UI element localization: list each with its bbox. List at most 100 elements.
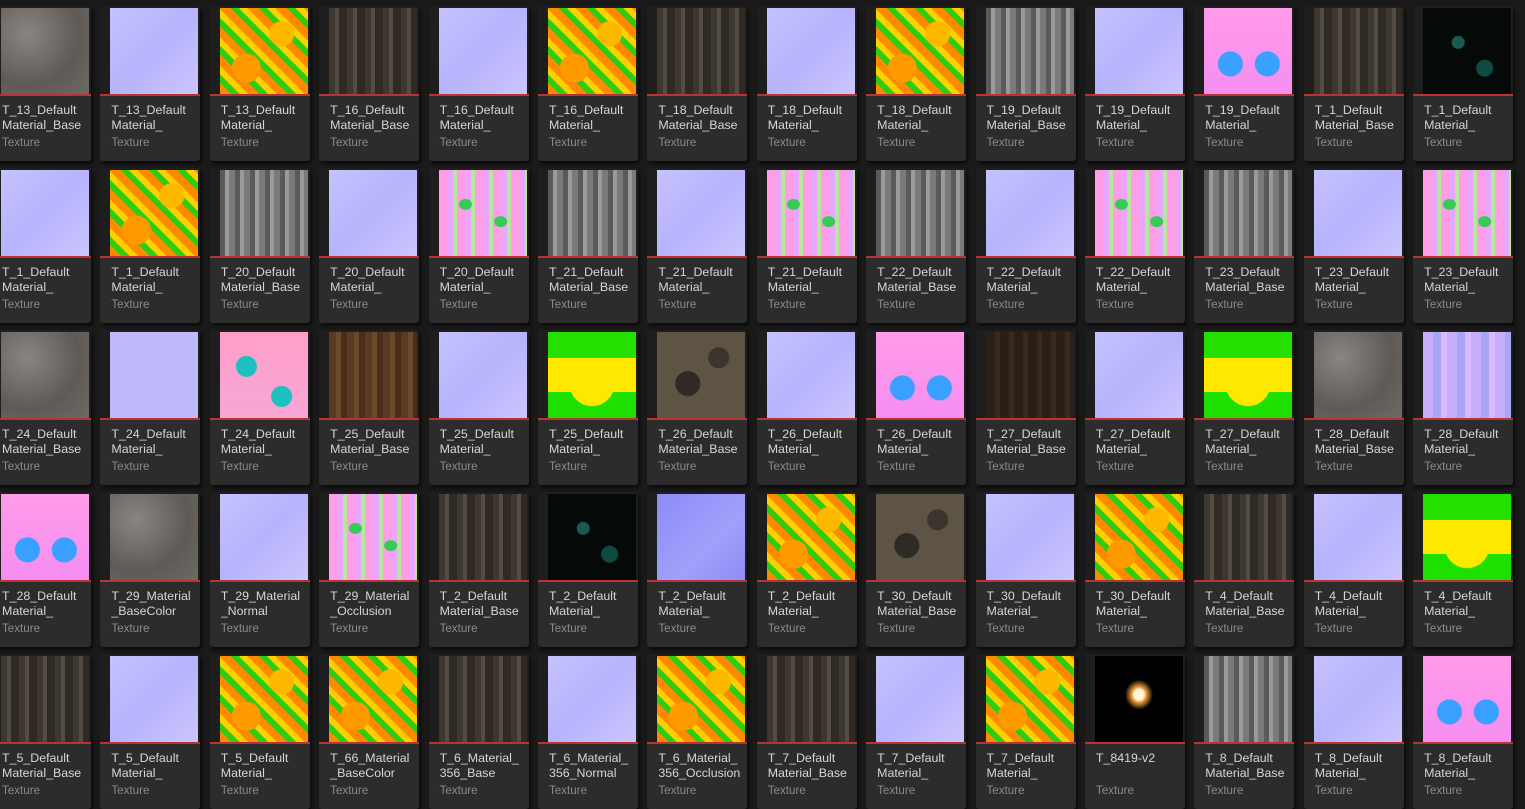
- asset-tile[interactable]: T_23_Default Material_ Texture: [1303, 168, 1404, 323]
- asset-tile[interactable]: T_1_Default Material_ Texture: [0, 168, 91, 323]
- asset-type-label: Texture: [1095, 784, 1134, 797]
- asset-tile[interactable]: T_66_Material _BaseColor Texture: [319, 654, 420, 809]
- asset-tile[interactable]: T_18_Default Material_Base Texture: [647, 6, 748, 161]
- asset-tile[interactable]: T_2_Default Material_ Texture: [537, 492, 638, 647]
- asset-tile[interactable]: T_30_Default Material_Base Texture: [866, 492, 967, 647]
- asset-tile[interactable]: T_24_Default Material_ Texture: [100, 330, 201, 485]
- asset-tile[interactable]: T_5_Default Material_Base Texture: [0, 654, 91, 809]
- asset-name: T_24_Default Material_: [111, 427, 186, 456]
- asset-name: T_6_Material_ 356_Occlusion: [658, 751, 741, 780]
- asset-tile[interactable]: T_7_Default Material_ Texture: [975, 654, 1076, 809]
- asset-tile[interactable]: T_8419-v2 Texture: [1084, 654, 1185, 809]
- asset-tile[interactable]: T_29_Material _Occlusion Texture: [319, 492, 420, 647]
- asset-tile[interactable]: T_27_Default Material_ Texture: [1084, 330, 1185, 485]
- asset-tile[interactable]: T_13_Default Material_ Texture: [209, 6, 310, 161]
- asset-name: T_4_Default Material_Base: [1205, 589, 1285, 618]
- asset-tile[interactable]: T_25_Default Material_ Texture: [537, 330, 638, 485]
- asset-tile[interactable]: T_6_Material_ 356_Base Texture: [428, 654, 529, 809]
- thumbnail-area: [1413, 6, 1514, 94]
- asset-tile[interactable]: T_5_Default Material_ Texture: [209, 654, 310, 809]
- asset-tile[interactable]: T_1_Default Material_Base Texture: [1303, 6, 1404, 161]
- asset-tile[interactable]: T_21_Default Material_Base Texture: [537, 168, 638, 323]
- asset-type-label: Texture: [2, 460, 41, 473]
- texture-thumbnail: [1313, 8, 1402, 94]
- thumbnail-area: [100, 168, 201, 256]
- asset-tile[interactable]: T_24_Default Material_ Texture: [209, 330, 310, 485]
- asset-tile[interactable]: T_25_Default Material_Base Texture: [319, 330, 420, 485]
- thumbnail-area: [209, 6, 310, 94]
- asset-tile[interactable]: T_24_Default Material_Base Texture: [0, 330, 91, 485]
- asset-type-label: Texture: [877, 298, 916, 311]
- asset-tile[interactable]: T_22_Default Material_ Texture: [975, 168, 1076, 323]
- thumbnail-area: [319, 330, 420, 418]
- asset-tile[interactable]: T_22_Default Material_Base Texture: [866, 168, 967, 323]
- asset-tile[interactable]: T_22_Default Material_ Texture: [1084, 168, 1185, 323]
- asset-name: T_5_Default Material_: [220, 751, 289, 780]
- asset-tile[interactable]: T_19_Default Material_ Texture: [1084, 6, 1185, 161]
- asset-tile[interactable]: T_18_Default Material_ Texture: [866, 6, 967, 161]
- asset-tile[interactable]: T_16_Default Material_Base Texture: [319, 6, 420, 161]
- asset-tile[interactable]: T_13_Default Material_Base Texture: [0, 6, 91, 161]
- asset-tile[interactable]: T_4_Default Material_Base Texture: [1194, 492, 1295, 647]
- asset-tile[interactable]: T_16_Default Material_ Texture: [537, 6, 638, 161]
- asset-tile[interactable]: T_6_Material_ 356_Normal Texture: [537, 654, 638, 809]
- asset-tile[interactable]: T_1_Default Material_ Texture: [100, 168, 201, 323]
- asset-name: T_18_Default Material_: [877, 103, 952, 132]
- asset-tile[interactable]: T_29_Material _BaseColor Texture: [100, 492, 201, 647]
- asset-tile[interactable]: T_26_Default Material_ Texture: [866, 330, 967, 485]
- asset-tile[interactable]: T_29_Material _Normal Texture: [209, 492, 310, 647]
- texture-thumbnail: [1, 332, 89, 418]
- asset-tile[interactable]: T_6_Material_ 356_Occlusion Texture: [647, 654, 748, 809]
- asset-name: T_30_Default Material_Base: [877, 589, 957, 618]
- asset-tile[interactable]: T_23_Default Material_Base Texture: [1194, 168, 1295, 323]
- asset-tile[interactable]: T_16_Default Material_ Texture: [428, 6, 529, 161]
- thumbnail-area: [975, 6, 1076, 94]
- texture-thumbnail: [438, 170, 527, 256]
- asset-tile[interactable]: T_20_Default Material_ Texture: [319, 168, 420, 323]
- asset-type-label: Texture: [1095, 136, 1134, 149]
- asset-tile[interactable]: T_28_Default Material_Base Texture: [1303, 330, 1404, 485]
- asset-tile[interactable]: T_7_Default Material_ Texture: [866, 654, 967, 809]
- asset-tile[interactable]: T_19_Default Material_Base Texture: [975, 6, 1076, 161]
- texture-thumbnail: [657, 494, 746, 580]
- thumbnail-area: [0, 330, 91, 418]
- asset-tile[interactable]: T_23_Default Material_ Texture: [1413, 168, 1514, 323]
- asset-tile[interactable]: T_20_Default Material_Base Texture: [209, 168, 310, 323]
- asset-tile[interactable]: T_8_Default Material_ Texture: [1303, 654, 1404, 809]
- asset-tile[interactable]: T_21_Default Material_ Texture: [756, 168, 857, 323]
- asset-tile[interactable]: T_13_Default Material_ Texture: [100, 6, 201, 161]
- asset-tile[interactable]: T_7_Default Material_Base Texture: [756, 654, 857, 809]
- asset-tile[interactable]: T_19_Default Material_ Texture: [1194, 6, 1295, 161]
- asset-tile[interactable]: T_20_Default Material_ Texture: [428, 168, 529, 323]
- asset-tile[interactable]: T_27_Default Material_Base Texture: [975, 330, 1076, 485]
- asset-tile[interactable]: T_4_Default Material_ Texture: [1413, 492, 1514, 647]
- asset-tile[interactable]: T_4_Default Material_ Texture: [1303, 492, 1404, 647]
- asset-tile[interactable]: T_8_Default Material_Base Texture: [1194, 654, 1295, 809]
- asset-type-color-bar: [1303, 742, 1404, 744]
- asset-tile[interactable]: T_28_Default Material_ Texture: [0, 492, 91, 647]
- asset-tile[interactable]: T_25_Default Material_ Texture: [428, 330, 529, 485]
- asset-name: T_18_Default Material_Base: [658, 103, 738, 132]
- asset-tile[interactable]: T_1_Default Material_ Texture: [1413, 6, 1514, 161]
- texture-thumbnail: [1, 170, 89, 256]
- asset-tile[interactable]: T_5_Default Material_ Texture: [100, 654, 201, 809]
- asset-tile[interactable]: T_2_Default Material_ Texture: [756, 492, 857, 647]
- asset-tile[interactable]: T_26_Default Material_Base Texture: [647, 330, 748, 485]
- asset-tile[interactable]: T_27_Default Material_ Texture: [1194, 330, 1295, 485]
- asset-name: T_5_Default Material_: [111, 751, 179, 780]
- asset-type-label: Texture: [767, 136, 806, 149]
- texture-thumbnail: [876, 170, 965, 256]
- asset-tile[interactable]: T_2_Default Material_Base Texture: [428, 492, 529, 647]
- asset-type-label: Texture: [986, 622, 1025, 635]
- asset-tile[interactable]: T_26_Default Material_ Texture: [756, 330, 857, 485]
- asset-tile[interactable]: T_21_Default Material_ Texture: [647, 168, 748, 323]
- asset-tile[interactable]: T_28_Default Material_ Texture: [1413, 330, 1514, 485]
- asset-type-label: Texture: [1424, 298, 1463, 311]
- asset-tile[interactable]: T_2_Default Material_ Texture: [647, 492, 748, 647]
- asset-tile[interactable]: T_30_Default Material_ Texture: [975, 492, 1076, 647]
- texture-thumbnail: [329, 170, 418, 256]
- texture-thumbnail: [1204, 494, 1293, 580]
- asset-tile[interactable]: T_18_Default Material_ Texture: [756, 6, 857, 161]
- asset-tile[interactable]: T_8_Default Material_ Texture: [1413, 654, 1514, 809]
- asset-tile[interactable]: T_30_Default Material_ Texture: [1084, 492, 1185, 647]
